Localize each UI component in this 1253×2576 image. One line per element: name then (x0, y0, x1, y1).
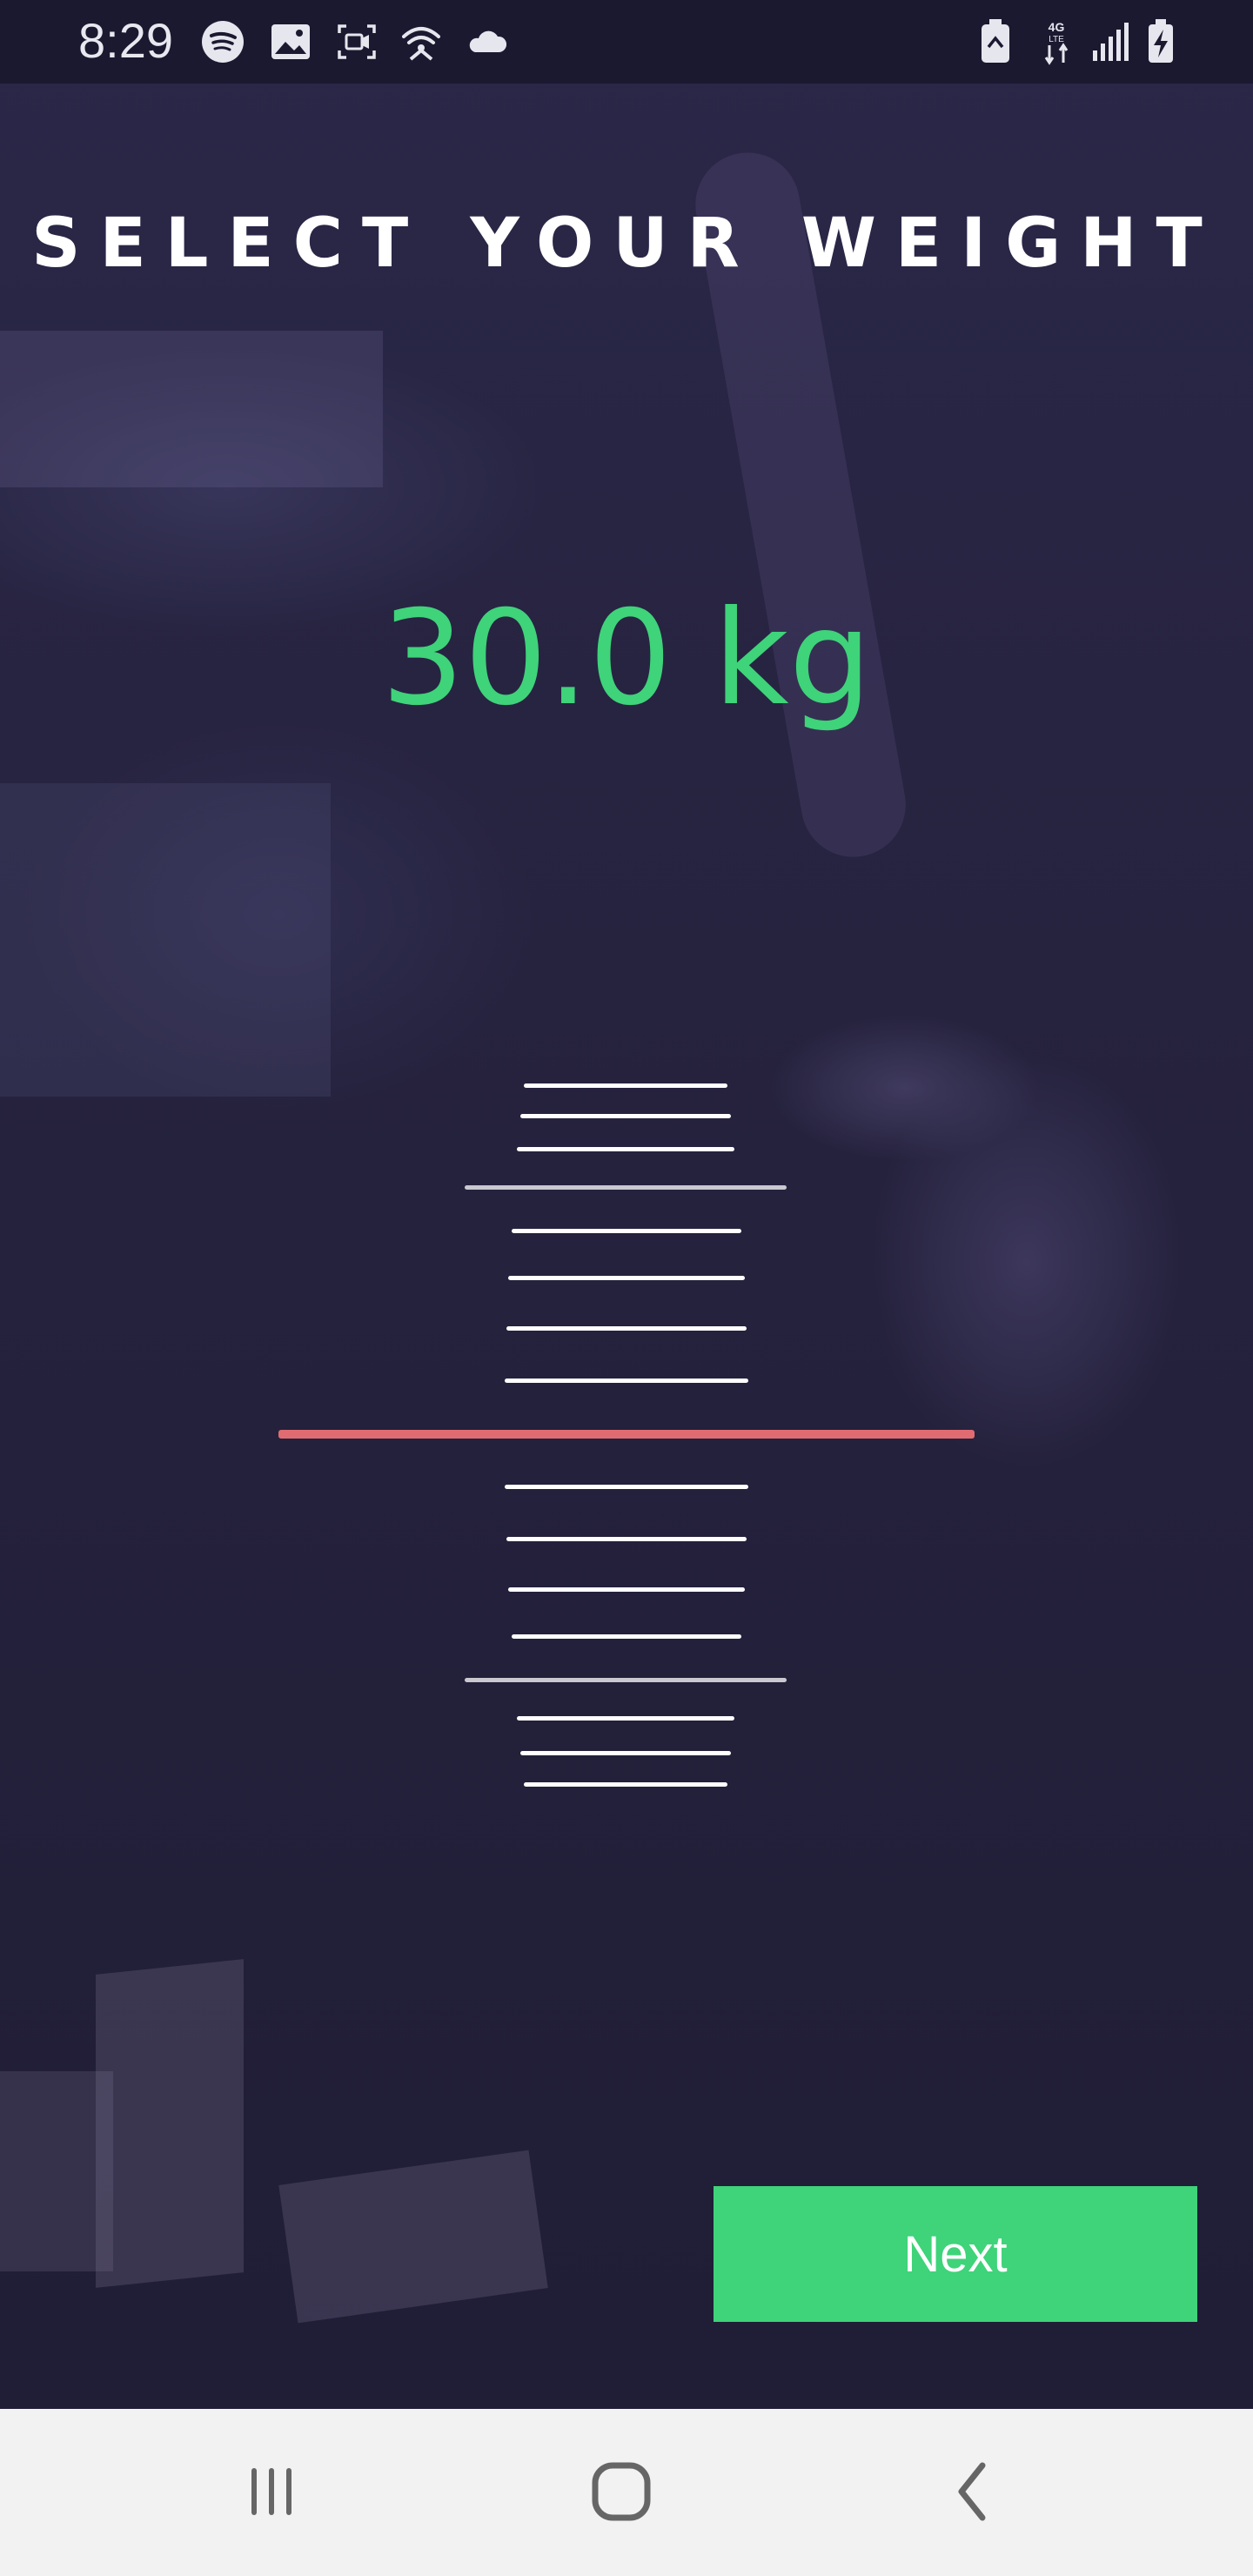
recents-button[interactable] (219, 2444, 324, 2539)
spotify-icon (202, 21, 244, 63)
status-time: 8:29 (78, 13, 173, 68)
home-button[interactable] (569, 2444, 673, 2539)
background-shape (0, 2071, 113, 2271)
recents-icon (251, 2468, 291, 2515)
signal-icon (1093, 23, 1129, 61)
back-button[interactable] (921, 2444, 1025, 2539)
status-bar: 8:29 4G LTE (0, 0, 1253, 84)
weight-value: 30.0 kg (381, 583, 872, 735)
wifi-hotspot-icon (402, 27, 440, 61)
svg-text:4G: 4G (1049, 20, 1065, 34)
navigation-bar (0, 2409, 1253, 2576)
home-icon (592, 2462, 651, 2521)
battery-charging-icon (1149, 19, 1173, 63)
back-icon (958, 2462, 986, 2521)
background-shape (0, 331, 383, 487)
page-title: SELECT YOUR WEIGHT (31, 205, 1222, 283)
image-icon (271, 24, 310, 59)
cloud-icon (469, 30, 507, 52)
weight-selection-screen: 8:29 4G LTE SELECT YOUR WEIGHT 30.0 kg N… (0, 0, 1253, 2576)
4g-lte-icon: 4G LTE (1044, 20, 1069, 65)
screen-record-icon (338, 24, 376, 59)
next-button[interactable]: Next (714, 2186, 1197, 2322)
background-shape (96, 1959, 244, 2288)
background-shape (0, 783, 331, 1097)
battery-saver-icon (982, 19, 1009, 63)
svg-text:LTE: LTE (1049, 35, 1064, 44)
